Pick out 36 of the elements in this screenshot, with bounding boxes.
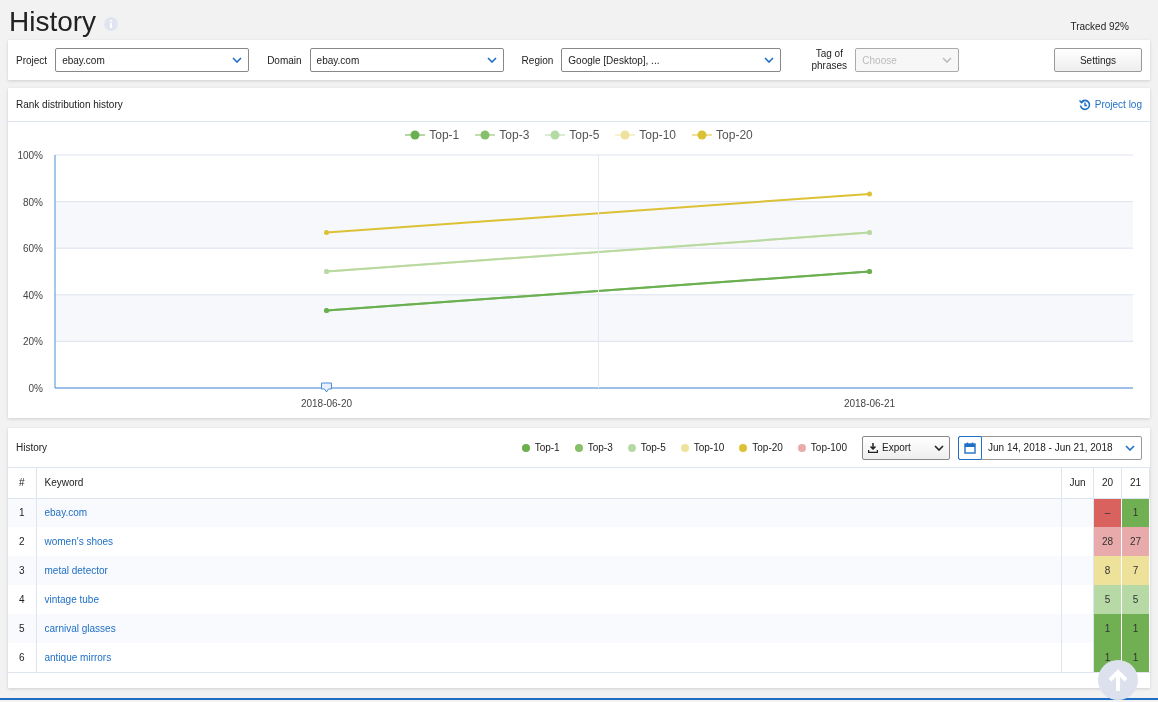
filter-label: Tag of phrases bbox=[811, 48, 848, 72]
filter-label: Project bbox=[16, 53, 48, 68]
y-tick-label: 40% bbox=[23, 289, 43, 301]
card-title: History bbox=[16, 441, 48, 455]
rank-cell: 1 bbox=[1093, 614, 1122, 643]
legend-label: Top-20 bbox=[752, 441, 783, 455]
rank-cell: 5 bbox=[1093, 585, 1122, 614]
row-number: 3 bbox=[18, 565, 25, 576]
x-tick-label: 2018-06-20 bbox=[300, 398, 353, 409]
row-number: 1 bbox=[18, 507, 25, 519]
y-tick-label: 20% bbox=[23, 336, 43, 348]
y-tick-label: 0% bbox=[28, 383, 43, 394]
y-tick-label: 60% bbox=[23, 243, 43, 255]
row-number: 5 bbox=[18, 623, 25, 634]
legend-label: Top-10 bbox=[693, 441, 725, 455]
legend-label: Top-5 bbox=[640, 441, 666, 455]
legend-label: Top-3 bbox=[587, 441, 613, 455]
y-tick-label: 100% bbox=[17, 150, 43, 161]
filter-label: Domain bbox=[267, 53, 302, 68]
rank-cell: 5 bbox=[1121, 585, 1150, 614]
rank-cell: 7 bbox=[1121, 556, 1150, 585]
legend-label: Top-1 bbox=[534, 441, 560, 455]
filter-label: Region bbox=[521, 53, 554, 68]
card-title: Rank distribution history bbox=[16, 98, 123, 112]
tracked-label: Tracked 92% bbox=[1070, 20, 1129, 34]
page-title: History bbox=[9, 6, 97, 38]
row-number: 6 bbox=[18, 652, 25, 663]
row-number: 4 bbox=[18, 594, 25, 605]
rank-cell: 27 bbox=[1121, 527, 1150, 556]
rank-cell: 8 bbox=[1093, 556, 1122, 585]
row-number: 2 bbox=[18, 536, 25, 547]
rank-cell: 1 bbox=[1121, 614, 1150, 643]
legend-label: Top-100 bbox=[810, 441, 847, 455]
rank-cell: 28 bbox=[1093, 527, 1122, 556]
x-tick-label: 2018-06-21 bbox=[843, 398, 896, 409]
y-tick-label: 80% bbox=[23, 196, 43, 208]
